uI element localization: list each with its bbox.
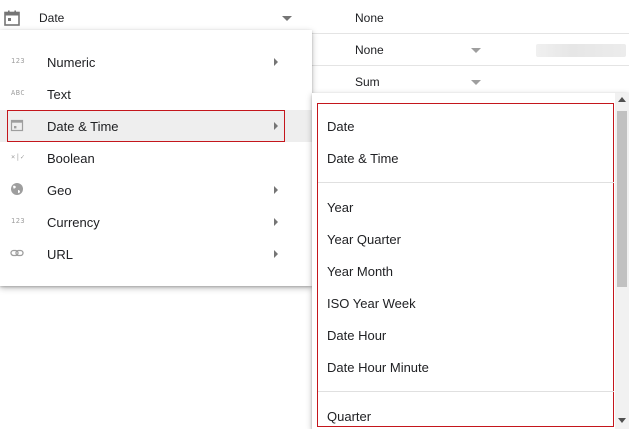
menu-item-label: Text (47, 87, 71, 102)
menu-item-boolean[interactable]: ×|✓ Boolean (0, 142, 312, 174)
menu-item-label: Numeric (47, 55, 96, 70)
submenu-item-date-hour-minute[interactable]: Date Hour Minute (327, 360, 429, 375)
submenu-item-date[interactable]: Date (327, 119, 354, 134)
menu-item-label: Geo (47, 183, 72, 198)
submenu-item-year-month[interactable]: Year Month (327, 264, 393, 279)
calendar-icon (3, 9, 21, 27)
blurred-value (536, 44, 626, 57)
menu-item-numeric[interactable]: 123 Numeric (0, 46, 312, 78)
scroll-up-icon[interactable] (618, 97, 626, 102)
submenu-item-year[interactable]: Year (327, 200, 353, 215)
menu-item-text[interactable]: ABC Text (0, 78, 312, 110)
submenu-arrow-icon (274, 218, 278, 226)
submenu-item-quarter[interactable]: Quarter (327, 409, 371, 424)
aggregation-caret-icon[interactable] (471, 80, 481, 85)
aggregation-dropdown[interactable]: None (355, 43, 384, 57)
type-dropdown-caret-icon[interactable] (282, 16, 292, 21)
field-type-dropdown[interactable]: Date (39, 11, 64, 25)
aggregation-dropdown[interactable]: Sum (355, 75, 380, 89)
currency-icon: 123 (11, 217, 26, 225)
menu-item-url[interactable]: URL (0, 238, 312, 270)
menu-item-geo[interactable]: Geo (0, 174, 312, 206)
field-type-menu: 123 Numeric ABC Text Date & Time ×|✓ Boo… (0, 30, 312, 286)
submenu-item-date-hour[interactable]: Date Hour (327, 328, 386, 343)
divider (318, 182, 614, 183)
menu-item-label: Currency (47, 215, 100, 230)
boolean-icon: ×|✓ (11, 153, 26, 161)
globe-icon (10, 182, 24, 196)
link-icon (10, 246, 24, 260)
aggregation-caret-icon[interactable] (471, 48, 481, 53)
menu-item-label: Boolean (47, 151, 95, 166)
submenu-item-iso-year-week[interactable]: ISO Year Week (327, 296, 416, 311)
numeric-icon: 123 (11, 57, 26, 65)
aggregation-dropdown[interactable]: None (355, 11, 384, 25)
menu-item-date-time[interactable]: Date & Time (0, 110, 312, 142)
highlight-box (7, 110, 285, 142)
submenu-item-date-time[interactable]: Date & Time (327, 151, 399, 166)
menu-item-currency[interactable]: 123 Currency (0, 206, 312, 238)
submenu-arrow-icon (274, 250, 278, 258)
date-time-submenu: Date Date & Time Year Year Quarter Year … (312, 93, 629, 429)
scroll-down-icon[interactable] (618, 418, 626, 423)
divider (318, 391, 614, 392)
submenu-arrow-icon (274, 58, 278, 66)
submenu-item-year-quarter[interactable]: Year Quarter (327, 232, 401, 247)
menu-item-label: URL (47, 247, 74, 262)
text-icon: ABC (11, 89, 26, 97)
submenu-arrow-icon (274, 186, 278, 194)
scrollbar-thumb[interactable] (617, 111, 627, 287)
